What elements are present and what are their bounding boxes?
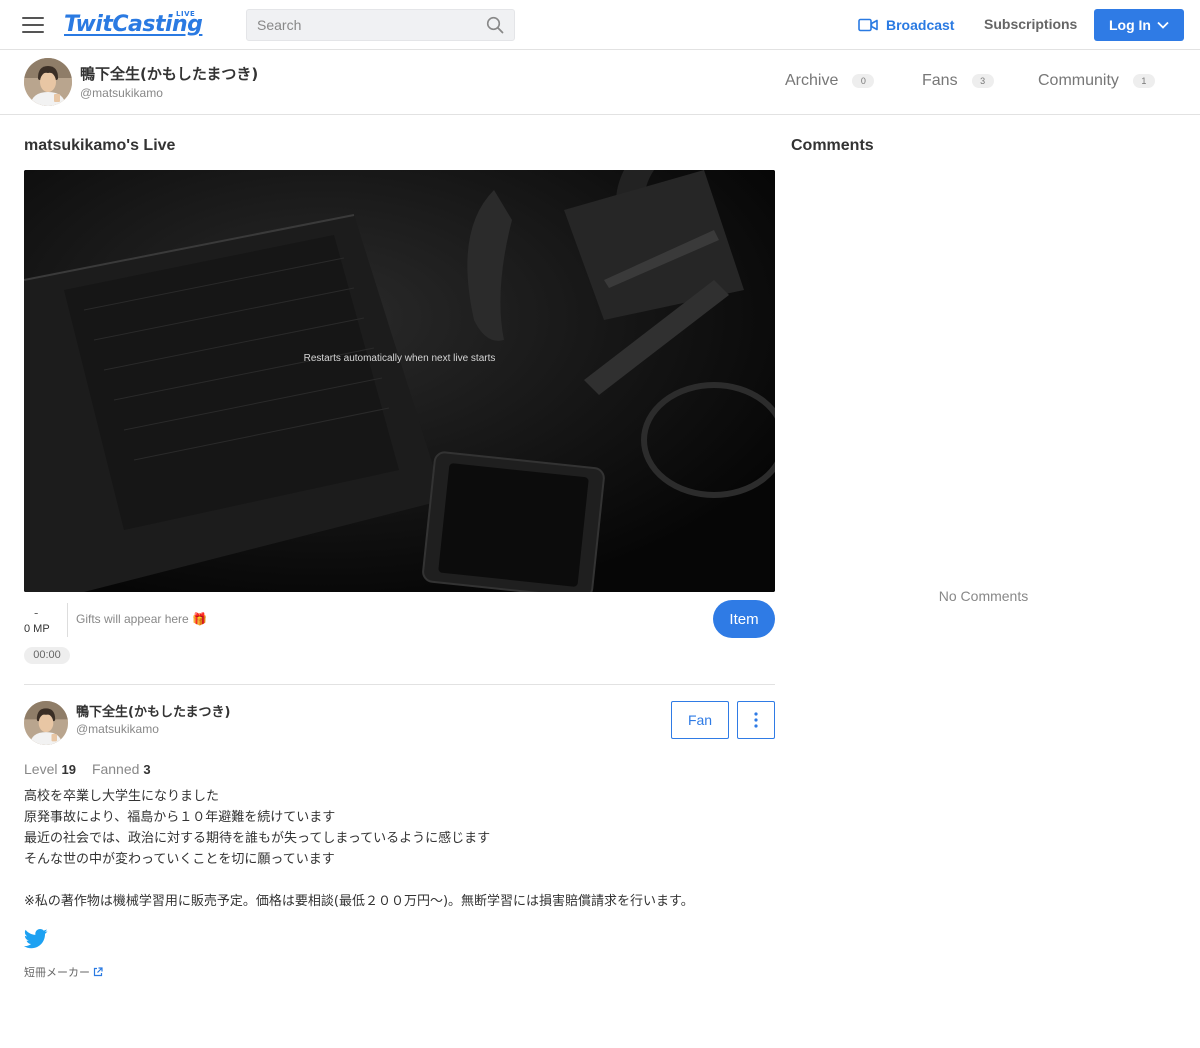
external-link[interactable]: 短冊メーカー	[24, 964, 103, 980]
player-message: Restarts automatically when next live st…	[303, 353, 496, 364]
external-link-label: 短冊メーカー	[24, 966, 90, 979]
search-input[interactable]	[247, 10, 477, 40]
search-icon[interactable]	[486, 16, 504, 34]
comments-title: Comments	[791, 137, 874, 154]
fan-button[interactable]: Fan	[671, 701, 729, 739]
tab-archive-label: Archive	[785, 72, 839, 89]
level-stat: Level 19	[24, 761, 76, 777]
fanned-stat: Fanned 3	[92, 761, 151, 777]
bio-line: ※私の著作物は機械学習用に販売予定。価格は要相談(最低２００万円〜)。無断学習に…	[24, 894, 694, 909]
login-button[interactable]: Log In	[1094, 9, 1184, 41]
owner-bio: 高校を卒業し大学生になりました 原発事故により、福島から１０年避難を続けています…	[24, 786, 694, 912]
logo-badge: LIVE	[176, 10, 196, 18]
tab-archive-count: 0	[852, 74, 875, 88]
bio-line: 高校を卒業し大学生になりました	[24, 789, 220, 804]
video-player[interactable]: Restarts automatically when next live st…	[24, 170, 775, 592]
external-link-icon	[93, 967, 103, 977]
live-timer: 00:00	[24, 647, 70, 664]
more-options-button[interactable]	[737, 701, 775, 739]
bio-line: 原発事故により、福島から１０年避難を続けています	[24, 810, 336, 825]
section-divider	[24, 684, 775, 685]
gifts-placeholder: Gifts will appear here 🎁	[76, 612, 207, 626]
tab-fans-label: Fans	[922, 72, 958, 89]
live-title: matsukikamo's Live	[24, 137, 176, 154]
fanned-label: Fanned	[91, 761, 140, 777]
login-label: Log In	[1109, 17, 1151, 33]
video-camera-icon	[858, 18, 878, 32]
bio-line: 最近の社会では、政治に対する期待を誰もが失ってしまっているように感じます	[24, 831, 491, 846]
avatar-image	[24, 58, 72, 106]
owner-avatar-image	[24, 701, 68, 745]
mp-divider	[67, 603, 68, 637]
top-navbar: TwitCasting LIVE Broadcast Subscriptions…	[0, 0, 1200, 50]
broadcast-label: Broadcast	[886, 17, 955, 33]
bio-line	[24, 870, 694, 891]
chevron-down-icon	[1157, 21, 1169, 29]
owner-stats: Level 19 Fanned 3	[24, 761, 151, 777]
mp-value: 0 MP	[24, 623, 50, 635]
subscriptions-link[interactable]: Subscriptions	[984, 16, 1077, 32]
owner-avatar[interactable]	[24, 701, 68, 745]
tab-fans-count: 3	[971, 74, 994, 88]
tab-archive[interactable]: Archive 0	[785, 72, 875, 90]
mp-rank: -	[34, 606, 39, 620]
profile-handle: @matsukikamo	[80, 86, 163, 100]
fanned-value: 3	[143, 762, 151, 777]
broadcast-link[interactable]: Broadcast	[858, 15, 954, 35]
tab-fans[interactable]: Fans 3	[922, 72, 994, 90]
owner-name[interactable]: 鴨下全生(かもしたまつき)	[76, 701, 231, 720]
profile-header: 鴨下全生(かもしたまつき) @matsukikamo Archive 0 Fan…	[0, 50, 1200, 115]
profile-name[interactable]: 鴨下全生(かもしたまつき)	[80, 63, 258, 84]
tab-community-label: Community	[1038, 72, 1119, 89]
item-button[interactable]: Item	[713, 600, 775, 638]
avatar[interactable]	[24, 58, 72, 106]
no-comments-text: No Comments	[938, 588, 1029, 604]
more-vertical-icon	[754, 712, 758, 728]
player-background-image	[24, 170, 775, 592]
menu-icon[interactable]	[22, 16, 44, 34]
search-box	[246, 9, 515, 41]
level-value: 19	[61, 762, 76, 777]
tab-community-count: 1	[1132, 74, 1155, 88]
tab-community[interactable]: Community 1	[1038, 72, 1155, 90]
twitter-icon[interactable]	[24, 928, 48, 950]
owner-handle: @matsukikamo	[76, 722, 159, 736]
level-label: Level	[24, 761, 58, 777]
bio-line: そんな世の中が変わっていくことを切に願っています	[24, 852, 335, 867]
